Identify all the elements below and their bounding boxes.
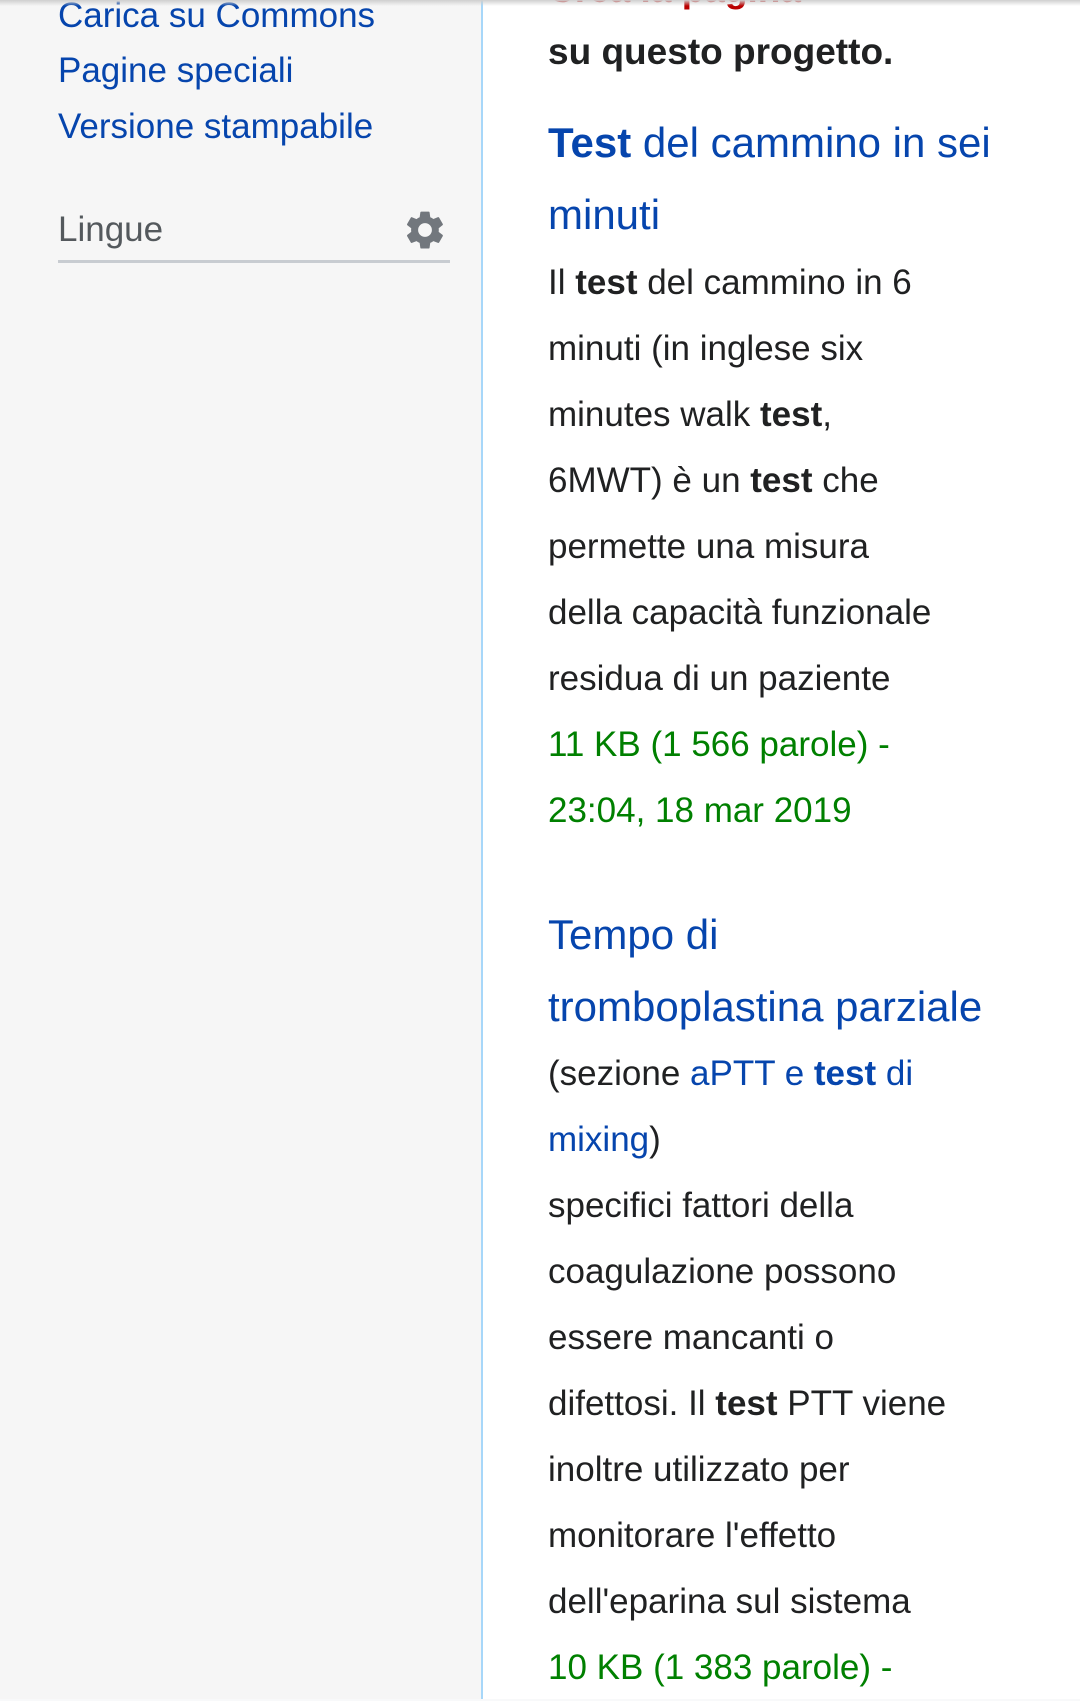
result-title-line2[interactable]: tromboplastina parziale xyxy=(548,974,982,1040)
snippet-line: coagulazione possono xyxy=(548,1239,896,1305)
snippet-line: dell'eparina sul sistema xyxy=(548,1569,911,1635)
section-line: (sezione aPTT e test di xyxy=(548,1041,913,1107)
result-title-rest[interactable]: del cammino in sei xyxy=(631,119,991,166)
result-meta: 11 KB (1 566 parole) - xyxy=(548,725,890,764)
snippet-line: difettosi. Il test PTT viene xyxy=(548,1371,946,1437)
languages-divider xyxy=(58,260,450,263)
section-link[interactable]: di xyxy=(876,1054,913,1093)
snippet-text: essere mancanti o xyxy=(548,1318,834,1357)
snippet-text: difettosi. Il xyxy=(548,1384,716,1423)
result-title[interactable]: Tempo di xyxy=(548,902,718,968)
snippet-text: Il xyxy=(548,263,576,302)
notice-tail: su questo progetto. xyxy=(548,31,894,72)
snippet-text: coagulazione possono xyxy=(548,1252,897,1291)
sidebar-link-pagine-speciali[interactable]: Pagine speciali xyxy=(58,49,293,93)
snippet-text: del cammino in 6 xyxy=(637,263,912,302)
result-title-bold[interactable]: Test xyxy=(548,119,631,166)
section-link[interactable]: aPTT e xyxy=(690,1054,814,1093)
snippet-line: residua di un paziente xyxy=(548,646,890,712)
snippet-text: residua di un paziente xyxy=(548,659,891,698)
section-suffix: ) xyxy=(649,1120,661,1159)
snippet-text: che xyxy=(812,461,879,500)
section-prefix: (sezione xyxy=(548,1054,691,1093)
snippet-text: inoltre utilizzato per xyxy=(548,1450,850,1489)
snippet-text: 6MWT) è un xyxy=(548,461,751,500)
snippet-match: test xyxy=(715,1384,778,1423)
snippet-line: minutes walk test, xyxy=(548,382,832,448)
sidebar xyxy=(0,0,481,1699)
top-shadow xyxy=(0,0,1080,6)
snippet-line: Il test del cammino in 6 xyxy=(548,250,912,316)
result-title-line2[interactable]: minuti xyxy=(548,182,660,248)
result-meta: 10 KB (1 383 parole) - xyxy=(548,1648,893,1687)
sidebar-link-versione-stampabile[interactable]: Versione stampabile xyxy=(58,105,373,149)
result-title-link[interactable]: Tempo di xyxy=(548,911,718,958)
snippet-match: test xyxy=(760,395,823,434)
snippet-text: dell'eparina sul sistema xyxy=(548,1582,911,1621)
section-line: mixing) xyxy=(548,1107,661,1173)
gear-icon[interactable] xyxy=(402,207,448,253)
section-link[interactable]: mixing xyxy=(548,1120,649,1159)
snippet-text: specifici fattori della xyxy=(548,1186,854,1225)
snippet-line: della capacità funzionale xyxy=(548,580,931,646)
snippet-text: minuti (in inglese six xyxy=(548,329,864,368)
section-link-match[interactable]: test xyxy=(814,1054,876,1093)
snippet-text: permette una misura xyxy=(548,527,869,566)
snippet-text: monitorare l'effetto xyxy=(548,1516,837,1555)
snippet-line: inoltre utilizzato per xyxy=(548,1437,850,1503)
result-meta-date: 23:04, 18 mar 2019 xyxy=(548,791,852,830)
snippet-text: minutes walk xyxy=(548,395,761,434)
languages-heading: Lingue xyxy=(58,210,164,249)
snippet-line: monitorare l'effetto xyxy=(548,1503,836,1569)
snippet-line: minuti (in inglese six xyxy=(548,316,863,382)
snippet-match: test xyxy=(575,263,638,302)
snippet-line: essere mancanti o xyxy=(548,1305,834,1371)
snippet-text: della capacità funzionale xyxy=(548,593,932,632)
snippet-line: specifici fattori della xyxy=(548,1173,853,1239)
snippet-line: 6MWT) è un test che xyxy=(548,448,879,514)
result-title-link[interactable]: tromboplastina parziale xyxy=(548,983,982,1030)
result-title-link[interactable]: minuti xyxy=(548,191,660,238)
snippet-line: permette una misura xyxy=(548,514,869,580)
snippet-text: , xyxy=(822,395,833,434)
snippet-match: test xyxy=(750,461,813,500)
snippet-text: PTT viene xyxy=(777,1384,947,1423)
result-title[interactable]: Test del cammino in sei xyxy=(548,110,991,176)
